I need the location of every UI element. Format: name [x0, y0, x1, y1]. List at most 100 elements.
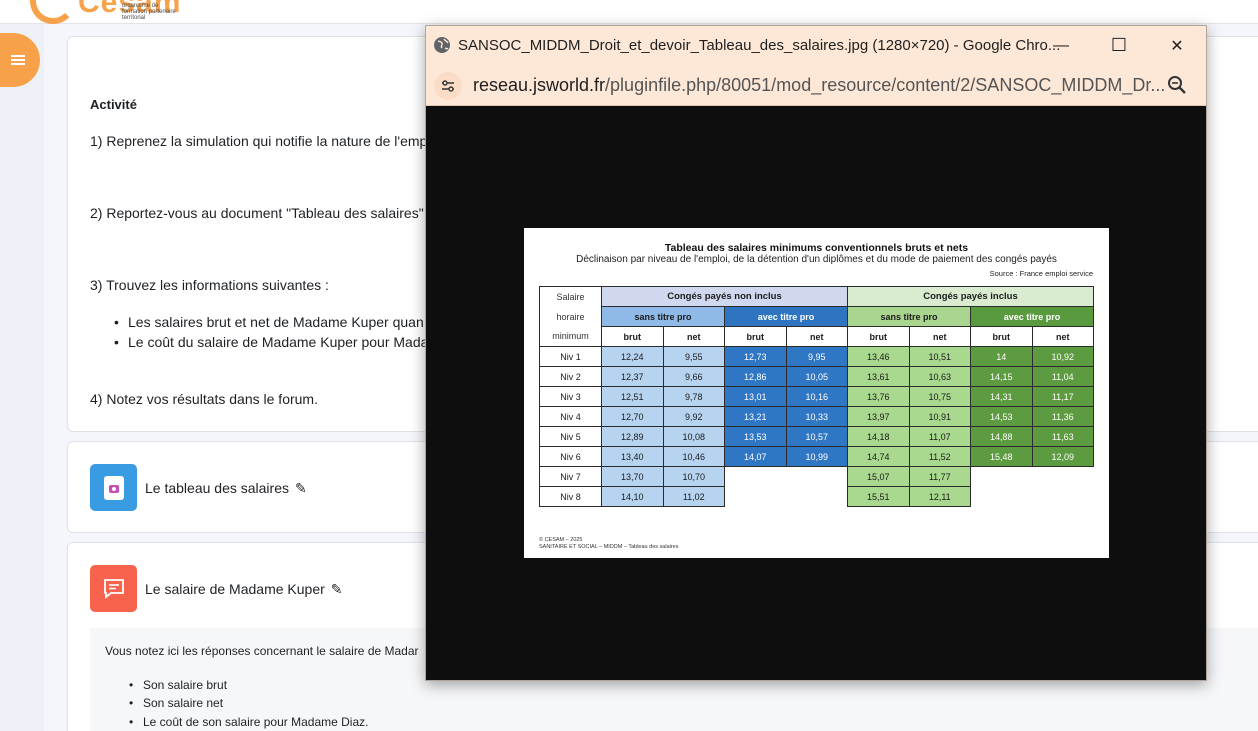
table-cell: 10,99 [785, 446, 848, 467]
maximize-button[interactable]: ☐ [1090, 26, 1148, 65]
table-cell: 12,73 [724, 346, 787, 367]
activity-heading: Activité [90, 97, 137, 112]
table-cell: 13,21 [724, 406, 787, 427]
table-cell: 13,76 [847, 386, 910, 407]
table-cell: 9,95 [785, 346, 848, 367]
table-cell: 14,15 [970, 366, 1033, 387]
table-cell: 10,57 [785, 426, 848, 447]
col-header-brut: brut [724, 326, 787, 347]
popup-titlebar[interactable]: SANSOC_MIDDM_Droit_et_devoir_Tableau_des… [426, 26, 1206, 65]
table-cell: 12,70 [601, 406, 664, 427]
sheet-title: Tableau des salaires minimums convention… [664, 242, 969, 254]
file-resource-label[interactable]: Le tableau des salaires [145, 480, 289, 496]
table-cell: 14,31 [970, 386, 1033, 407]
table-cell: 10,63 [908, 366, 971, 387]
left-rail [0, 24, 44, 731]
table-row: Niv 1 12,24 9,55 12,73 9,95 13,46 10,51 14 10,92 [539, 346, 1094, 367]
table-cell: 11,07 [908, 426, 971, 447]
url-path[interactable]: /pluginfile.php/80051/mod_resource/conte… [605, 75, 1165, 95]
sub-header-no-title-right: sans titre pro [847, 306, 971, 327]
forum-item-3: Le coût de son salaire pour Madame Diaz. [129, 715, 368, 729]
table-cell: 12,86 [724, 366, 787, 387]
forum-link[interactable]: Le salaire de Madame Kuper ✎ [145, 581, 343, 598]
col-header-brut: brut [970, 326, 1033, 347]
table-cell: 11,36 [1031, 406, 1094, 427]
row-label-2: horaire [539, 306, 602, 327]
table-cell: 11,52 [908, 446, 971, 467]
table-cell [970, 466, 1032, 487]
table-cell: 9,92 [662, 406, 725, 427]
table-cell [970, 486, 1032, 507]
activity-step-4: 4) Notez vos résultats dans le forum. [90, 391, 318, 407]
edit-pencil-icon[interactable]: ✎ [295, 480, 307, 496]
table-cell: 13,61 [847, 366, 910, 387]
group-header-left: Congés payés non inclus [601, 286, 848, 307]
table-cell: 10,16 [785, 386, 848, 407]
table-cell: 10,75 [908, 386, 971, 407]
table-row: Niv 4 12,70 9,92 13,21 10,33 13,97 10,91 14,53 1… [539, 406, 1094, 427]
table-cell: 15,51 [847, 486, 910, 507]
row-level: Niv 4 [539, 406, 602, 427]
table-cell: 11,63 [1031, 426, 1094, 447]
brand-tagline: organisme de formation partenaire territ… [122, 3, 176, 21]
col-header-brut: brut [601, 326, 664, 347]
url-host[interactable]: reseau.jsworld.fr [473, 75, 605, 95]
edit-pencil-icon[interactable]: ✎ [331, 581, 343, 597]
zoom-icon[interactable] [1166, 74, 1188, 96]
salary-table: Salaire Congés payés non inclus Congés p… [539, 286, 1094, 507]
table-cell: 14,10 [601, 486, 664, 507]
list-icon [11, 55, 25, 65]
forum-item-2: Son salaire net [129, 696, 223, 710]
table-cell [786, 466, 848, 487]
activity-step-3: 3) Trouvez les informations suivantes : [90, 277, 329, 293]
table-row: Niv 7 13,70 10,70 15,07 11,77 [539, 466, 1094, 487]
table-cell: 15,48 [970, 446, 1033, 467]
table-cell: 13,70 [601, 466, 664, 487]
forum-icon[interactable] [90, 565, 137, 612]
table-cell [1032, 466, 1094, 487]
table-cell: 14,07 [724, 446, 787, 467]
sheet-source: Source : France emploi service [989, 269, 1093, 278]
row-level: Niv 7 [539, 466, 602, 487]
salary-table-image: Tableau des salaires minimums convention… [524, 228, 1109, 558]
table-cell [724, 486, 786, 507]
url-text[interactable]: reseau.jsworld.fr/pluginfile.php/80051/m… [473, 75, 1165, 96]
table-row: Niv 8 14,10 11,02 15,51 12,11 [539, 486, 1094, 507]
activity-bullet-2: Le coût du salaire de Madame Kuper pour … [114, 334, 428, 350]
table-cell: 10,08 [662, 426, 725, 447]
table-cell: 12,09 [1031, 446, 1094, 467]
close-button[interactable]: ✕ [1148, 26, 1206, 65]
file-resource-link[interactable]: Le tableau des salaires ✎ [145, 480, 307, 497]
file-resource-icon[interactable] [90, 464, 137, 511]
site-info-icon[interactable] [434, 72, 462, 100]
col-header-net: net [785, 326, 848, 347]
sheet-footer: © CESAM – 2025 SANITAIRE ET SOCIAL – MID… [539, 537, 679, 551]
forum-label[interactable]: Le salaire de Madame Kuper [145, 581, 325, 597]
forum-desc-text: Vous notez ici les réponses concernant l… [105, 644, 419, 658]
table-cell: 14,53 [970, 406, 1033, 427]
table-cell: 10,05 [785, 366, 848, 387]
table-cell: 12,37 [601, 366, 664, 387]
globe-icon [434, 37, 450, 53]
sheet-footer-line-2: SANITAIRE ET SOCIAL – MIDDM – Tableau de… [539, 544, 679, 550]
table-cell [786, 486, 848, 507]
table-cell: 14,88 [970, 426, 1033, 447]
row-level: Niv 2 [539, 366, 602, 387]
table-cell: 11,17 [1031, 386, 1094, 407]
forum-item-1: Son salaire brut [129, 678, 227, 692]
table-cell: 14,18 [847, 426, 910, 447]
row-level: Niv 3 [539, 386, 602, 407]
table-row: Niv 6 13,40 10,46 14,07 10,99 14,74 11,52 15,48… [539, 446, 1094, 467]
minimize-button[interactable]: — [1032, 26, 1090, 65]
sub-header-with-title-right: avec titre pro [970, 306, 1094, 327]
table-cell: 15,07 [847, 466, 910, 487]
row-label-1: Salaire [539, 286, 602, 307]
address-bar[interactable]: reseau.jsworld.fr/pluginfile.php/80051/m… [426, 65, 1206, 106]
table-cell: 14,74 [847, 446, 910, 467]
sub-header-no-title-left: sans titre pro [601, 306, 725, 327]
table-cell: 10,51 [908, 346, 971, 367]
table-cell: 9,55 [662, 346, 725, 367]
row-label-3: minimum [539, 326, 602, 347]
cesam-logo[interactable] [30, 0, 76, 24]
row-level: Niv 6 [539, 446, 602, 467]
